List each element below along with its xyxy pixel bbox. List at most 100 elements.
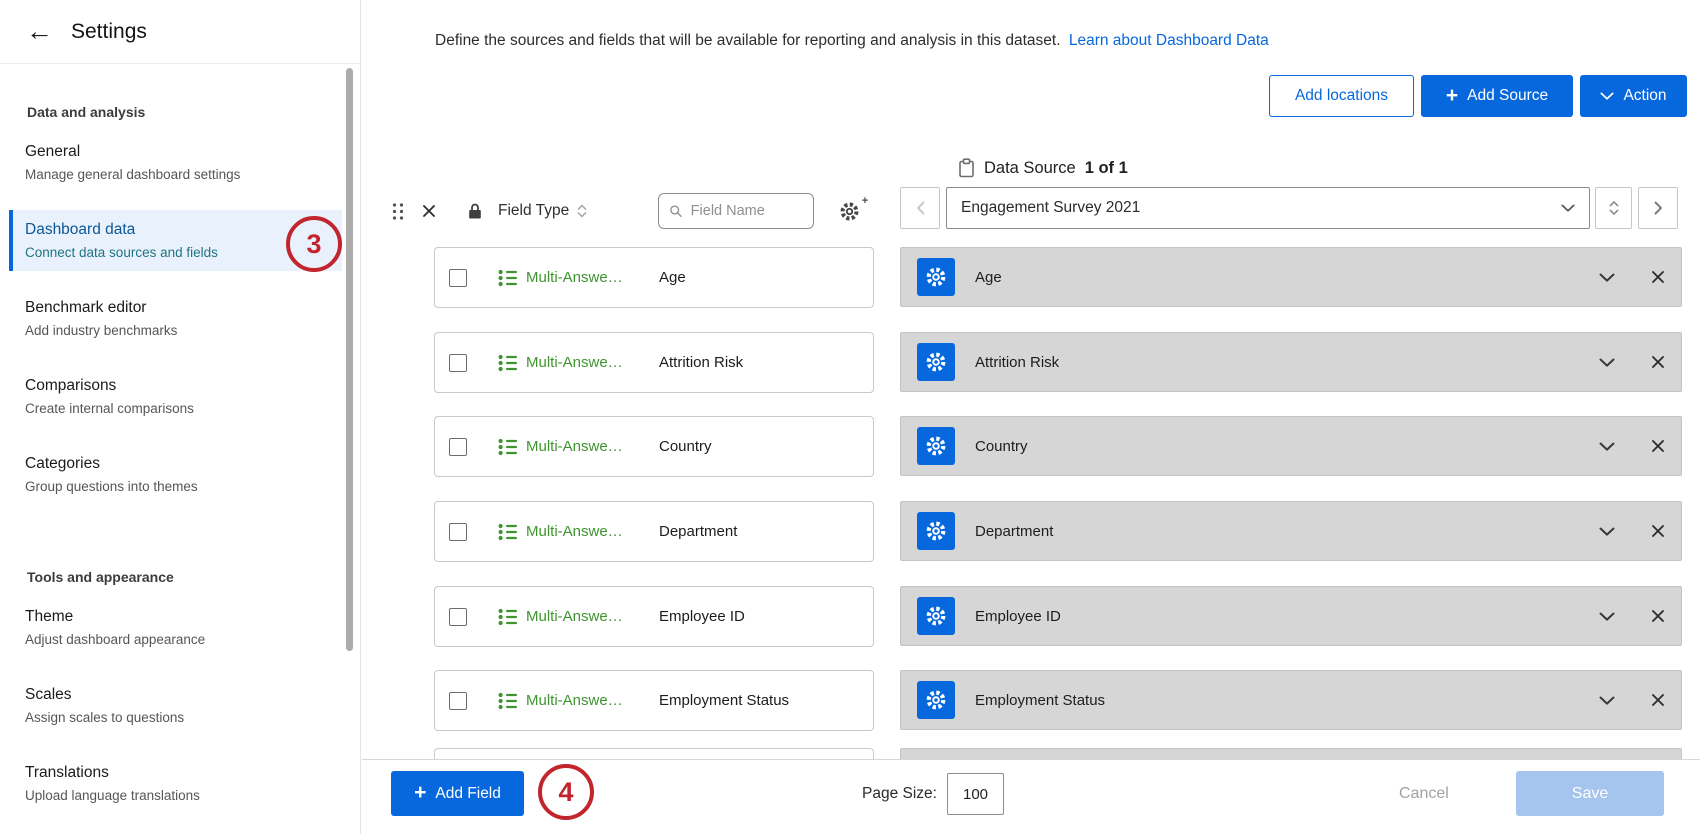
field-type-column-label: Field Type: [498, 202, 569, 220]
sidebar-item-general[interactable]: General Manage general dashboard setting…: [9, 132, 342, 193]
field-checkbox[interactable]: [449, 269, 467, 287]
cancel-button[interactable]: Cancel: [1399, 785, 1449, 803]
sidebar-item-comparisons[interactable]: Comparisons Create internal comparisons: [9, 366, 342, 427]
field-card[interactable]: Multi-Answe… Attrition Risk: [434, 332, 874, 393]
expand-chevron-icon[interactable]: [1599, 442, 1615, 451]
mapping-label: Employee ID: [975, 608, 1599, 625]
remove-field-icon[interactable]: [1651, 693, 1665, 707]
field-card[interactable]: Multi-Answe… Employee ID: [434, 586, 874, 647]
field-name-label: Employment Status: [659, 692, 789, 709]
field-checkbox[interactable]: [449, 523, 467, 541]
chevron-right-icon: [1654, 201, 1663, 215]
sort-icon[interactable]: [577, 204, 587, 218]
clipboard-icon: [958, 158, 975, 178]
add-locations-button[interactable]: Add locations: [1269, 75, 1414, 117]
field-checkbox[interactable]: [449, 608, 467, 626]
sidebar-item-description: Upload language translations: [25, 788, 330, 803]
field-type-label: Multi-Answe…: [526, 438, 638, 455]
lock-icon[interactable]: [468, 202, 482, 220]
field-settings-button[interactable]: [917, 427, 955, 465]
sidebar: ← Settings Data and analysis General Man…: [0, 0, 361, 834]
reorder-source-button[interactable]: [1595, 187, 1632, 229]
chevron-down-icon: [1561, 204, 1575, 212]
sidebar-item-categories[interactable]: Categories Group questions into themes: [9, 444, 342, 505]
plus-icon: +: [414, 782, 426, 803]
field-card[interactable]: Multi-Answe… Department: [434, 501, 874, 562]
field-type-label: Multi-Answe…: [526, 523, 638, 540]
gear-plus-icon: +: [862, 195, 868, 207]
datasource-count: 1 of 1: [1085, 159, 1128, 178]
main-content: Define the sources and fields that will …: [362, 0, 1700, 834]
multi-answer-icon: [498, 608, 518, 626]
mapping-row: Country: [900, 416, 1682, 476]
sidebar-item-benchmark-editor[interactable]: Benchmark editor Add industry benchmarks: [9, 288, 342, 349]
sidebar-item-label: General: [25, 143, 330, 161]
field-settings-button[interactable]: [917, 258, 955, 296]
multi-answer-icon: [498, 269, 518, 287]
mapping-label: Age: [975, 269, 1599, 286]
field-name-label: Country: [659, 438, 712, 455]
previous-source-button[interactable]: [900, 187, 940, 229]
sidebar-scrollbar[interactable]: [346, 68, 353, 651]
field-settings-button[interactable]: [917, 681, 955, 719]
expand-chevron-icon[interactable]: [1599, 696, 1615, 705]
sidebar-item-scales[interactable]: Scales Assign scales to questions: [9, 675, 342, 736]
sidebar-item-description: Assign scales to questions: [25, 710, 330, 725]
field-card[interactable]: Multi-Answe… Age: [434, 247, 874, 308]
source-select-value: Engagement Survey 2021: [961, 199, 1140, 217]
field-card[interactable]: Multi-Answe… Country: [434, 416, 874, 477]
expand-chevron-icon[interactable]: [1599, 612, 1615, 621]
annotation-step-number: 3: [306, 229, 321, 260]
expand-chevron-icon[interactable]: [1599, 358, 1615, 367]
add-source-button[interactable]: + Add Source: [1421, 75, 1573, 117]
page-size-input[interactable]: [947, 773, 1004, 815]
sidebar-item-label: Comparisons: [25, 377, 330, 395]
mapping-row: Employee ID: [900, 586, 1682, 646]
dataset-description: Define the sources and fields that will …: [435, 32, 1269, 50]
sidebar-item-label: Scales: [25, 686, 330, 704]
multi-answer-icon: [498, 523, 518, 541]
add-locations-label: Add locations: [1295, 87, 1388, 105]
sidebar-item-label: Dashboard data: [25, 221, 330, 239]
expand-chevron-icon[interactable]: [1599, 527, 1615, 536]
column-settings-gear-icon[interactable]: +: [839, 201, 860, 222]
field-checkbox[interactable]: [449, 354, 467, 372]
learn-about-dashboard-data-link[interactable]: Learn about Dashboard Data: [1069, 32, 1269, 49]
mapping-label: Country: [975, 438, 1599, 455]
save-button[interactable]: Save: [1516, 771, 1664, 816]
add-field-button[interactable]: + Add Field: [391, 771, 524, 816]
field-checkbox[interactable]: [449, 438, 467, 456]
sidebar-item-description: Create internal comparisons: [25, 401, 330, 416]
page-size-label: Page Size:: [862, 785, 937, 803]
plus-icon: +: [1446, 85, 1458, 106]
mapping-row: Age: [900, 247, 1682, 307]
datasource-header: Data Source 1 of 1: [958, 158, 1128, 178]
remove-field-icon[interactable]: [1651, 270, 1665, 284]
remove-field-icon[interactable]: [1651, 524, 1665, 538]
source-select[interactable]: Engagement Survey 2021: [946, 187, 1590, 229]
drag-handle-icon[interactable]: [392, 202, 404, 221]
field-checkbox[interactable]: [449, 692, 467, 710]
action-button[interactable]: Action: [1580, 75, 1687, 117]
sidebar-item-theme[interactable]: Theme Adjust dashboard appearance: [9, 597, 342, 658]
sidebar-item-translations[interactable]: Translations Upload language translation…: [9, 753, 342, 814]
remove-field-icon[interactable]: [1651, 609, 1665, 623]
sidebar-item-description: Adjust dashboard appearance: [25, 632, 330, 647]
expand-chevron-icon[interactable]: [1599, 273, 1615, 282]
sidebar-header: ← Settings: [0, 0, 360, 64]
field-settings-button[interactable]: [917, 343, 955, 381]
field-settings-button[interactable]: [917, 597, 955, 635]
sidebar-item-label: Benchmark editor: [25, 299, 330, 317]
field-settings-button[interactable]: [917, 512, 955, 550]
field-type-label: Multi-Answe…: [526, 354, 638, 371]
datasource-controls: Engagement Survey 2021: [900, 187, 1678, 229]
multi-answer-icon: [498, 438, 518, 456]
field-name-search-input[interactable]: [691, 203, 804, 219]
section-header-tools-and-appearance: Tools and appearance: [27, 569, 333, 585]
back-arrow-icon[interactable]: ←: [26, 18, 53, 45]
clear-selection-icon[interactable]: [422, 204, 436, 218]
remove-field-icon[interactable]: [1651, 355, 1665, 369]
remove-field-icon[interactable]: [1651, 439, 1665, 453]
next-source-button[interactable]: [1638, 187, 1678, 229]
field-card[interactable]: Multi-Answe… Employment Status: [434, 670, 874, 731]
